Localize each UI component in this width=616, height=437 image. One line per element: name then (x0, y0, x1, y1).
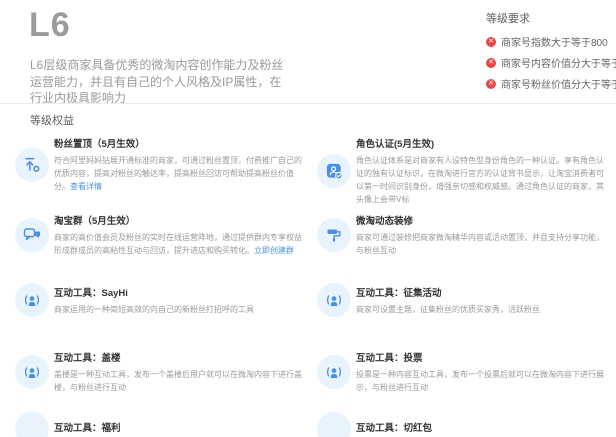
cross-circle-icon: ✕ (486, 79, 496, 89)
benefit-description: 投票是一种内容互动工具，发布一个投票后就可以在微淘内容下进行展示，与粉丝进行互动 (356, 368, 607, 394)
merchant-level-page: L6 L6层级商家具备优秀的微淘内容创作能力及粉丝运营能力，并且有自己的个人风格… (0, 0, 616, 437)
benefit-card: 互动工具：切红包 (317, 412, 607, 437)
speaker-person-icon (317, 283, 351, 317)
benefit-icon (15, 412, 49, 437)
chat-group-icon (15, 218, 49, 252)
benefit-card: 互动工具：征集活动 商家可设置主题，征集粉丝的优质买家秀，活跃粉丝 (317, 283, 607, 317)
role-certification-icon (317, 154, 351, 188)
benefit-card: 互动工具：SayHi 商家运用的一种简短高效的向自己的新粉丝打招呼的工具 (15, 283, 305, 317)
benefit-description: 角色认证体系是对商家有人设特色型身份角色的一种认证。享有角色认证的独有认证标识，… (356, 154, 607, 206)
requirement-item: ✕ 商家号内容价值分大于等于600 (486, 55, 616, 70)
page-title: L6 (29, 6, 71, 45)
benefit-description: 商家的高价值会员及粉丝的实时在线运营阵地，通过提供群内专享权益形成群成员的高粘性… (54, 231, 305, 257)
benefit-title: 粉丝置顶（5月生效） (54, 136, 305, 150)
requirement-text: 商家号内容价值分大于等于600 (501, 55, 616, 70)
benefit-card: 角色认证(5月生效) 角色认证体系是对商家有人设特色型身份角色的一种认证。享有角… (317, 136, 607, 206)
benefit-card: 微淘动态装修 商家可通过装修把商家微淘精华内容或活动置顶，并且支持分享功能，与粉… (317, 213, 607, 257)
benefit-title: 互动工具：投票 (356, 350, 607, 364)
requirement-item: ✕ 商家号指数大于等于800 (486, 34, 616, 49)
benefit-title: 角色认证(5月生效) (356, 136, 607, 150)
benefit-title: 互动工具：盖楼 (54, 350, 305, 364)
benefit-title: 互动工具：SayHi (54, 285, 305, 299)
requirement-text: 商家号指数大于等于800 (501, 34, 608, 49)
benefit-icon (317, 412, 351, 437)
requirements-panel: 等级要求 ✕ 商家号指数大于等于800 ✕ 商家号内容价值分大于等于600 ✕ … (486, 10, 616, 97)
benefit-card: 互动工具：盖楼 盖楼是一种互动工具，发布一个盖楼后用户就可以在微淘内容下进行盖楼… (15, 350, 305, 394)
benefit-description: 符合阿里妈妈钻展开通标准的商家，可通过粉丝置顶，付费推广自己的优质内容，提高对粉… (54, 154, 305, 193)
cross-circle-icon: ✕ (486, 37, 496, 47)
benefit-card: 淘宝群（5月生效） 商家的高价值会员及粉丝的实时在线运营阵地，通过提供群内专享权… (15, 213, 305, 257)
cross-circle-icon: ✕ (486, 58, 496, 68)
level-description: L6层级商家具备优秀的微淘内容创作能力及粉丝运营能力，并且有自己的个人风格及IP… (30, 57, 286, 107)
benefit-title: 互动工具：切红包 (356, 420, 607, 434)
benefit-description: 商家可通过装修把商家微淘精华内容或活动置顶，并且支持分享功能，与粉丝互动 (356, 231, 607, 257)
view-details-link[interactable]: 查看详情 (70, 182, 102, 191)
section-divider (0, 103, 616, 104)
speaker-person-icon (317, 355, 351, 389)
paint-roller-icon (317, 218, 351, 252)
requirements-heading: 等级要求 (486, 10, 616, 26)
requirement-text: 商家号粉丝价值分大于等于600 (501, 76, 616, 91)
benefit-title: 互动工具：福利 (54, 420, 305, 434)
benefit-description: 盖楼是一种互动工具，发布一个盖楼后用户就可以在微淘内容下进行盖楼，与粉丝进行互动 (54, 368, 305, 394)
benefit-card: 互动工具：福利 (15, 412, 305, 437)
requirement-item: ✕ 商家号粉丝价值分大于等于600 (486, 76, 616, 91)
benefit-title: 微淘动态装修 (356, 213, 607, 227)
benefit-title: 互动工具：征集活动 (356, 285, 607, 299)
benefit-card: 互动工具：投票 投票是一种内容互动工具，发布一个投票后就可以在微淘内容下进行展示… (317, 350, 607, 394)
benefit-description: 商家运用的一种简短高效的向自己的新粉丝打招呼的工具 (54, 303, 305, 316)
benefits-heading: 等级权益 (30, 112, 74, 128)
pin-top-icon (15, 148, 49, 182)
benefit-title: 淘宝群（5月生效） (54, 213, 305, 227)
speaker-person-icon (15, 355, 49, 389)
benefit-description: 商家可设置主题，征集粉丝的优质买家秀，活跃粉丝 (356, 303, 607, 316)
speaker-person-icon (15, 283, 49, 317)
benefit-card: 粉丝置顶（5月生效） 符合阿里妈妈钻展开通标准的商家，可通过粉丝置顶，付费推广自… (15, 136, 305, 193)
create-group-link[interactable]: 立即创建群 (254, 246, 294, 255)
